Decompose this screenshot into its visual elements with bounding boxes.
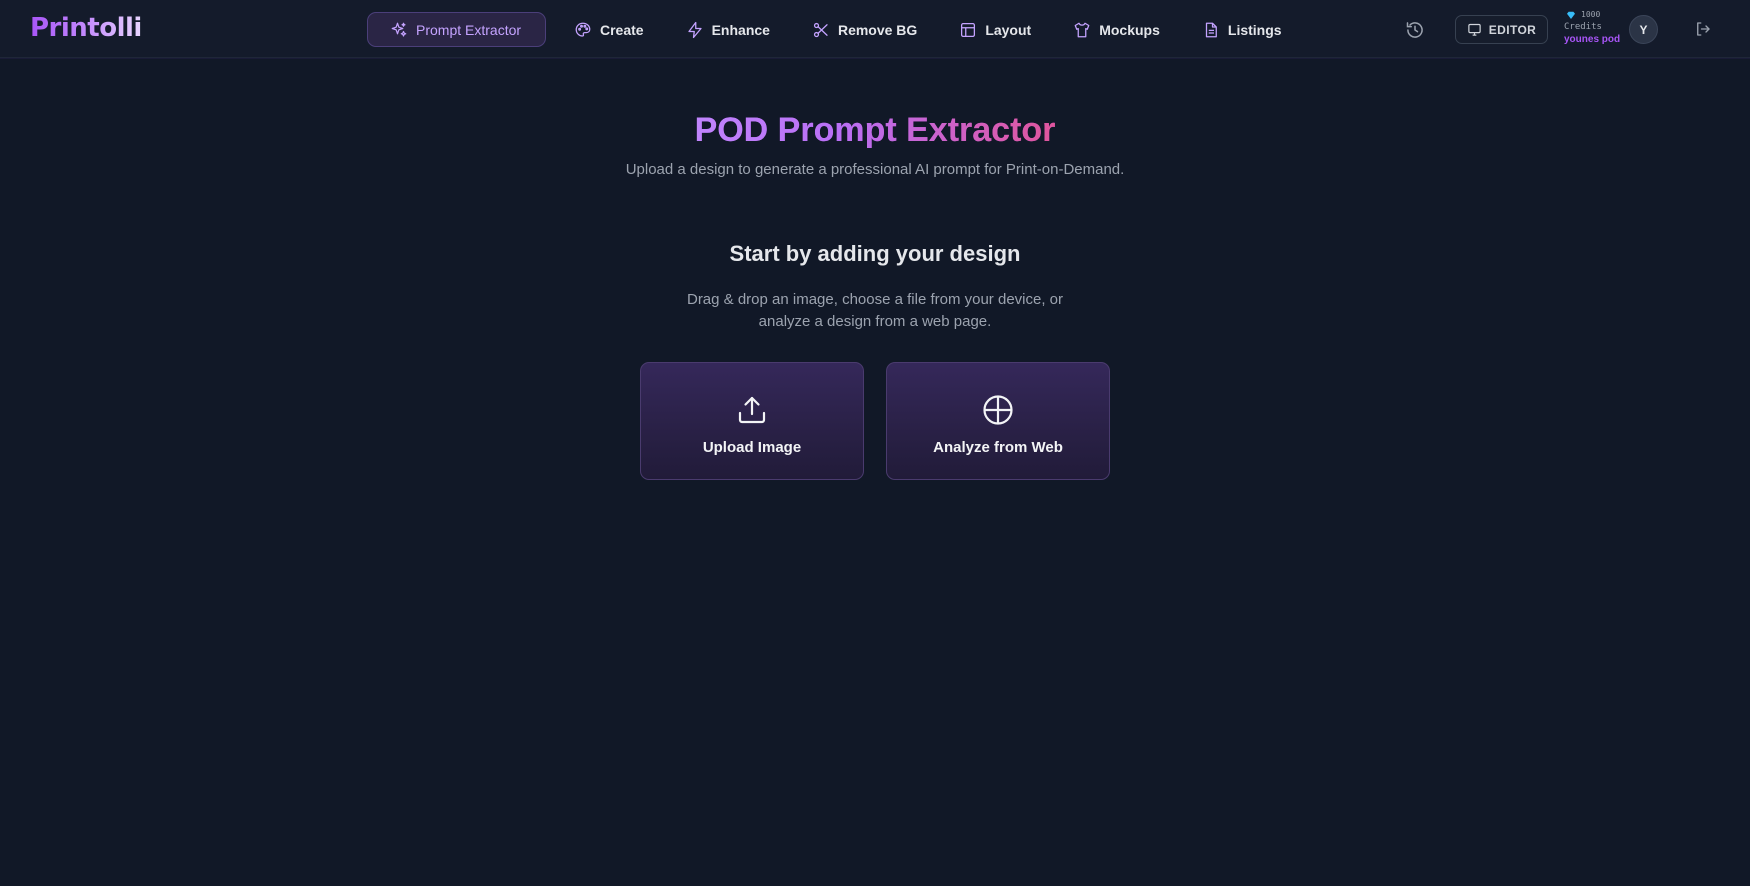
avatar[interactable]: Y [1629, 15, 1658, 44]
nav-item-remove-bg[interactable]: Remove BG [791, 12, 938, 47]
section-description-line: analyze a design from a web page. [758, 313, 992, 330]
nav-label: Layout [985, 21, 1032, 38]
sparkles-icon [390, 21, 408, 39]
main-content: POD Prompt Extractor Upload a design to … [0, 58, 1750, 886]
analyze-from-web-label: Analyze from Web [933, 438, 1063, 456]
diamond-icon [1567, 11, 1575, 19]
history-icon[interactable] [1405, 20, 1425, 40]
analyze-from-web-button[interactable]: Analyze from Web [886, 362, 1110, 480]
logout-icon[interactable] [1694, 20, 1712, 38]
page-title: POD Prompt Extractor [0, 111, 1750, 150]
layout-icon [959, 21, 977, 39]
nav-item-layout[interactable]: Layout [938, 12, 1052, 47]
lightning-icon [686, 21, 704, 39]
nav-label: Remove BG [837, 21, 918, 38]
monitor-icon [1468, 23, 1481, 36]
page-subtitle: Upload a design to generate a profession… [625, 161, 1125, 178]
section-description-line: Drag & drop an image, choose a file from… [686, 291, 1064, 308]
scissors-icon [812, 21, 830, 39]
app-logo[interactable]: Printolli [30, 13, 142, 43]
palette-icon [574, 21, 592, 39]
nav-label: Prompt Extractor [416, 21, 522, 38]
nav-item-create[interactable]: Create [553, 12, 665, 47]
nav-label: Enhance [711, 21, 770, 38]
nav-item-enhance[interactable]: Enhance [665, 12, 791, 47]
nav-item-prompt-extractor[interactable]: Prompt Extractor [367, 12, 546, 47]
editor-label: EDITOR [1488, 22, 1537, 37]
document-icon [1202, 21, 1220, 39]
credits-amount: 1000 [1581, 10, 1601, 19]
editor-button[interactable]: EDITOR [1455, 15, 1548, 44]
nav-item-mockups[interactable]: Mockups [1052, 12, 1181, 47]
username: younes pod [1564, 34, 1621, 45]
nav-item-listings[interactable]: Listings [1181, 12, 1303, 47]
credits-label: Credits [1564, 22, 1602, 32]
credits-display: 1000 Credits younes pod [1564, 9, 1624, 46]
tshirt-icon [1073, 21, 1091, 39]
nav-label: Create [600, 21, 644, 38]
main-nav: Prompt Extractor Create Enhance Remove B… [367, 12, 1303, 47]
section-title: Start by adding your design [729, 241, 1021, 266]
nav-label: Mockups [1099, 21, 1160, 38]
top-navigation-bar: Printolli Prompt Extractor Create Enhanc… [0, 0, 1750, 58]
upload-image-label: Upload Image [702, 438, 802, 456]
upload-icon [738, 396, 766, 423]
upload-image-button[interactable]: Upload Image [640, 362, 864, 480]
globe-icon [983, 394, 1013, 425]
section-description: Drag & drop an image, choose a file from… [0, 289, 1750, 333]
nav-label: Listings [1227, 21, 1282, 38]
